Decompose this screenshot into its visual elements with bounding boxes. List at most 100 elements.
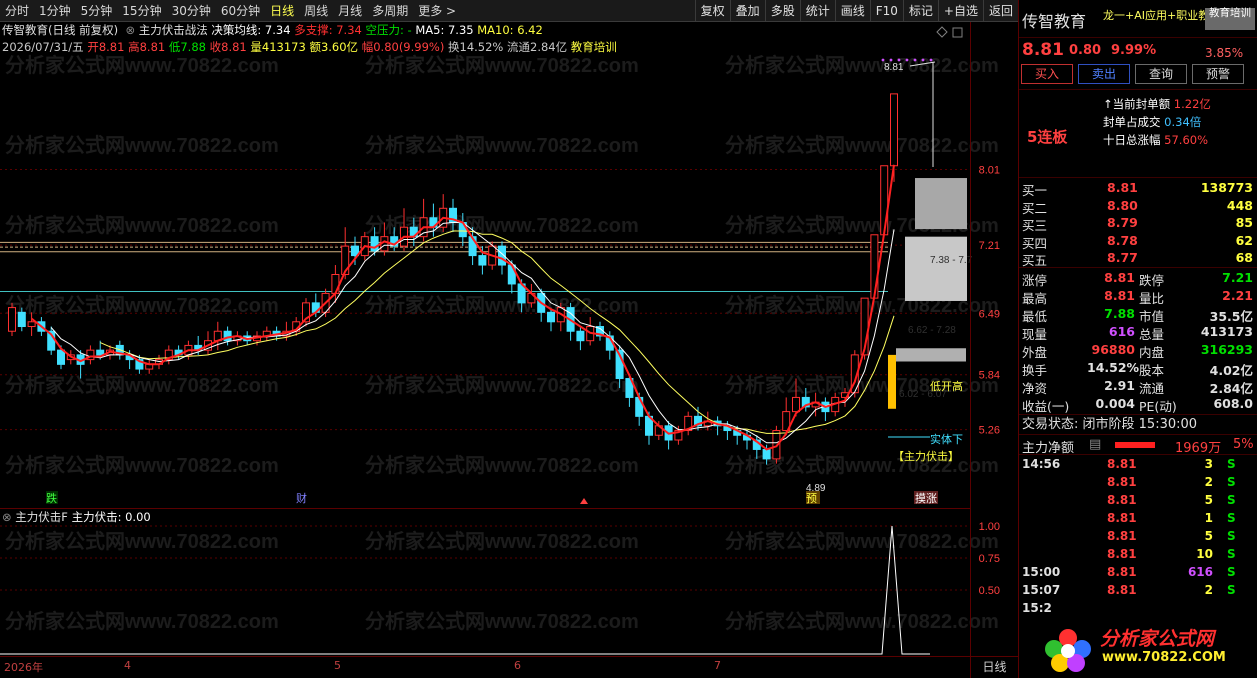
order-book-row[interactable]: 买二 8.80 448	[1019, 198, 1257, 216]
toolbar-button[interactable]: 叠加	[729, 0, 765, 22]
candle-body	[792, 396, 800, 413]
candle-body	[547, 311, 555, 323]
flow-bar	[1115, 442, 1155, 448]
toolbar-button[interactable]: 画线	[834, 0, 870, 22]
period-tab[interactable]: 周线	[299, 0, 333, 22]
order-book-row[interactable]: 买四 8.78 62	[1019, 233, 1257, 251]
site-logo: 分析家公式网 www.70822.COM	[1040, 624, 1250, 674]
stat-label: PE(动)	[1139, 399, 1177, 414]
price-axis-label: 5.84	[979, 370, 1000, 382]
buy-button[interactable]: 买入	[1021, 64, 1073, 84]
tick-volume: 5	[1204, 529, 1213, 543]
tick-row: 8.81 2 S	[1019, 473, 1257, 491]
period-tab[interactable]: 15分钟	[117, 0, 166, 22]
order-book-row[interactable]: 买一 8.81 138773	[1019, 180, 1257, 198]
toolbar-button[interactable]: 复权	[694, 0, 730, 22]
stat-value: 35.5亿	[1209, 309, 1253, 324]
stat-label: 流通	[1139, 381, 1165, 396]
period-tab[interactable]: 日线	[265, 0, 299, 22]
period-tab[interactable]: 多周期	[367, 0, 413, 22]
period-tab[interactable]: 更多 >	[413, 0, 461, 22]
order-book: 买一 8.81 138773 买二 8.80 448 买三 8.79 85 买四 8.78 62 买五 8…	[1019, 178, 1257, 268]
candlestick-chart[interactable]: 分析家公式网www.70822.com 分析家公式网www.70822.com 分析…	[0, 22, 1018, 508]
watermark-text: 分析家公式网www.70822.com	[725, 133, 999, 157]
period-tab[interactable]: 分时	[0, 0, 34, 22]
watermark-text: 分析家公式网www.70822.com	[725, 609, 999, 633]
stat-row: 外盘 96880 内盘 316293	[1019, 342, 1257, 360]
time-label: 5	[334, 659, 341, 672]
chart-info-header: 传智教育(日线 前复权) ⊗ 主力伏击战法 决策均线: 7.34 多支撑: 7.…	[2, 23, 617, 54]
stock-name: 传智教育	[1022, 12, 1087, 31]
watermark-text: 分析家公式网www.70822.com	[5, 133, 279, 157]
flow-value: 1969万	[1175, 441, 1222, 456]
book-level: 买四	[1022, 235, 1048, 251]
period-tab[interactable]: 5分钟	[76, 0, 118, 22]
quote-panel: 传智教育 龙一+AI应用+职业教育 教育培训 8.81 0.80 9.99% 3…	[1018, 0, 1257, 678]
toolbar-button[interactable]: 统计	[799, 0, 835, 22]
watermark-text: 分析家公式网www.70822.com	[5, 53, 279, 77]
order-book-row[interactable]: 买三 8.79 85	[1019, 215, 1257, 233]
candle-body	[576, 330, 585, 342]
query-button[interactable]: 查询	[1135, 64, 1187, 84]
toolbar-button[interactable]: F10	[869, 0, 903, 22]
order-book-row[interactable]: 买五 8.77 68	[1019, 250, 1257, 268]
period-tab[interactable]: 月线	[333, 0, 367, 22]
watermark-text: 分析家公式网www.70822.com	[5, 213, 279, 237]
ratio-value: 0.34倍	[1164, 115, 1202, 129]
stat-value: 7.88	[1104, 306, 1135, 321]
candle-body	[8, 307, 16, 332]
industry-tag[interactable]: 教育培训	[571, 40, 617, 54]
tick-row: 15:00 8.81 616 S	[1019, 563, 1257, 581]
bar-amount: 额3.60亿	[309, 40, 359, 54]
signal-dot	[929, 58, 933, 62]
time-label: 7	[714, 659, 721, 672]
alert-button[interactable]: 预警	[1192, 64, 1244, 84]
price-axis-label: 8.01	[979, 165, 1000, 177]
bar-date: 2026/07/31/五	[2, 40, 84, 54]
sell-button[interactable]: 卖出	[1078, 64, 1130, 84]
stock-title[interactable]: 传智教育(日线 前复权)	[2, 23, 118, 37]
tick-side: S	[1227, 565, 1236, 579]
period-button[interactable]: 日线	[970, 656, 1018, 678]
watermark-text: 分析家公式网www.70822.com	[365, 529, 639, 553]
tick-price: 8.81	[1107, 529, 1137, 543]
bar-low: 低7.88	[168, 40, 206, 54]
toolbar-button[interactable]: 返回	[982, 0, 1018, 22]
stat-value: 316293	[1200, 342, 1253, 357]
candle-body	[57, 349, 65, 365]
tick-volume: 2	[1204, 583, 1213, 597]
tick-volume: 2	[1204, 475, 1213, 489]
tick-volume: 616	[1187, 565, 1213, 579]
tick-list: 14:56 8.81 3 S 8.81 2 S 8.81 5 S 8.81 1 S 8.81 5 S 8.81 1…	[1019, 455, 1257, 617]
indicator-name[interactable]: 主力伏击战法	[139, 23, 208, 37]
stat-value: 413173	[1200, 324, 1253, 339]
watermark-text: 分析家公式网www.70822.com	[365, 373, 639, 397]
tick-row: 14:56 8.81 3 S	[1019, 455, 1257, 473]
period-tab[interactable]: 60分钟	[216, 0, 265, 22]
tick-row: 15:2	[1019, 599, 1257, 617]
stat-label: 内盘	[1139, 345, 1165, 360]
period-tab[interactable]: 30分钟	[167, 0, 216, 22]
candle-body	[870, 234, 879, 299]
stat-value: 8.81	[1104, 270, 1135, 285]
zone-label: 7.38 - 7.7	[930, 255, 973, 266]
book-level: 买二	[1022, 200, 1048, 216]
entity-low-label: 实体下	[930, 432, 963, 446]
toolbar-button[interactable]: +自选	[937, 0, 983, 22]
book-volume: 138773	[1200, 180, 1253, 195]
tick-price: 8.81	[1107, 547, 1137, 561]
watermark-text: 分析家公式网www.70822.com	[365, 133, 639, 157]
candle-body	[331, 274, 340, 294]
trading-terminal: {"topbar":{"periods":["分时","1分钟","5分钟","…	[0, 0, 1257, 678]
ma10-value: MA10: 6.42	[477, 23, 543, 37]
indicator-subchart[interactable]: 分析家公式网www.70822.com 分析家公式网www.70822.com 分析…	[0, 508, 1018, 656]
period-tab[interactable]: 1分钟	[34, 0, 76, 22]
event-cai-label: 财	[296, 491, 307, 505]
state-label: 交易状态: 闭市阶段	[1022, 417, 1135, 432]
book-level: 买一	[1022, 183, 1048, 198]
toolbar-button[interactable]: 标记	[902, 0, 938, 22]
ma5-value: MA5: 7.35	[415, 23, 474, 37]
subchart-name[interactable]: 主力伏击F	[15, 510, 68, 524]
toolbar-button[interactable]: 多股	[764, 0, 800, 22]
gain-value: 57.60%	[1164, 133, 1209, 147]
